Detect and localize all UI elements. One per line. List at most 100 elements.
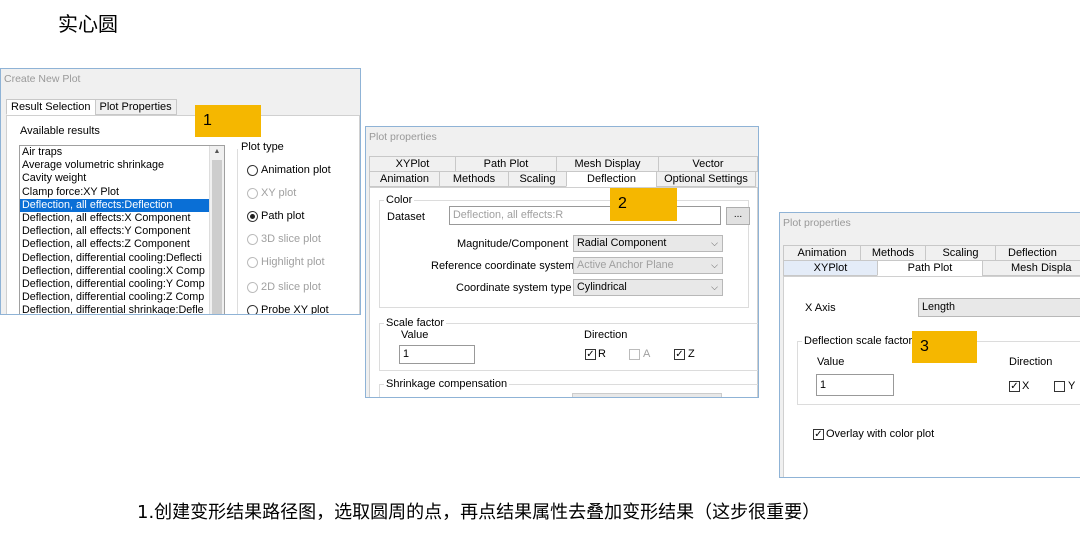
list-item[interactable]: Deflection, differential cooling:Deflect… xyxy=(20,252,209,265)
step-marker-3: 3 xyxy=(912,331,977,363)
direction-x-label: X xyxy=(1022,380,1030,392)
list-item[interactable]: Deflection, differential cooling:Z Comp xyxy=(20,291,209,304)
plot-type-radio[interactable] xyxy=(247,188,258,199)
shrinkage-compensation-label: Shrinkage compensation xyxy=(384,378,510,390)
chevron-down-icon: ⌵ xyxy=(711,260,718,270)
x-axis-select[interactable]: Length xyxy=(918,298,1080,317)
direction-label: Direction xyxy=(584,329,628,341)
plot-type-radio[interactable] xyxy=(247,165,258,176)
tab-plot-properties[interactable]: Plot Properties xyxy=(94,99,177,115)
coordinate-system-type-select[interactable]: Cylindrical ⌵ xyxy=(573,279,723,296)
tab-xyplot[interactable]: XYPlot xyxy=(783,260,878,276)
list-item[interactable]: Average volumetric shrinkage xyxy=(20,159,209,172)
magnitude-component-select[interactable]: Radial Component ⌵ xyxy=(573,235,723,252)
dataset-field[interactable]: Deflection, all effects:R xyxy=(449,206,721,225)
tab-animation[interactable]: Animation xyxy=(783,245,861,261)
direction-label: Direction xyxy=(1009,356,1053,368)
scroll-up-icon[interactable]: ▲ xyxy=(210,146,224,158)
tab-xyplot[interactable]: XYPlot xyxy=(369,156,456,172)
plot-type-radio[interactable] xyxy=(247,257,258,268)
tab-methods[interactable]: Methods xyxy=(860,245,926,261)
dialog-title: Create New Plot xyxy=(4,73,81,85)
list-item[interactable]: Deflection, differential cooling:X Comp xyxy=(20,265,209,278)
plot-type-label: 3D slice plot xyxy=(261,233,321,245)
x-axis-label: X Axis xyxy=(805,302,836,314)
plot-type-label: 2D slice plot xyxy=(261,281,321,293)
scroll-thumb[interactable] xyxy=(212,160,222,314)
plot-properties-dialog-deflection: Plot properties XYPlot Path Plot Mesh Di… xyxy=(365,126,759,398)
value-label: Value xyxy=(401,329,429,341)
dataset-label: Dataset xyxy=(387,211,425,223)
list-scrollbar[interactable]: ▲ xyxy=(209,146,224,314)
plot-type-radio[interactable] xyxy=(247,234,258,245)
tab-methods[interactable]: Methods xyxy=(439,171,509,187)
overlay-color-plot-checkbox[interactable]: ✓ xyxy=(813,429,824,440)
list-item[interactable]: Clamp force:XY Plot xyxy=(20,186,209,199)
tab-optional-settings[interactable]: Optional Settings xyxy=(656,171,756,187)
plot-type-radio[interactable] xyxy=(247,211,258,222)
plot-type-label: Animation plot xyxy=(261,164,331,176)
list-item[interactable]: Deflection, all effects:Z Component xyxy=(20,238,209,251)
direction-a-checkbox[interactable] xyxy=(629,349,640,360)
tab-result-selection[interactable]: Result Selection xyxy=(6,99,96,115)
direction-y-checkbox[interactable] xyxy=(1054,381,1065,392)
page-title: 实心圆 xyxy=(58,12,118,36)
magnitude-component-label: Magnitude/Component xyxy=(457,238,569,250)
scale-factor-label: Scale factor xyxy=(384,317,447,329)
plot-type-radio[interactable] xyxy=(247,305,258,314)
overlay-color-plot-label: Overlay with color plot xyxy=(826,428,935,440)
coordinate-system-type-label: Coordinate system type xyxy=(456,282,572,294)
tab-vector[interactable]: Vector xyxy=(658,156,758,172)
plot-type-radio[interactable] xyxy=(247,282,258,293)
direction-a-label: A xyxy=(643,348,651,360)
available-results-label: Available results xyxy=(20,125,100,137)
plot-type-label: Highlight plot xyxy=(261,256,325,268)
deflection-scale-factor-label: Deflection scale factor xyxy=(802,335,915,347)
tab-deflection[interactable]: Deflection xyxy=(995,245,1080,261)
direction-z-label: Z xyxy=(688,348,695,360)
create-new-plot-dialog: Create New Plot Result Selection Plot Pr… xyxy=(0,68,361,315)
plot-type-label: XY plot xyxy=(261,187,297,199)
reference-coordinate-select[interactable]: Active Anchor Plane ⌵ xyxy=(573,257,723,274)
direction-r-label: R xyxy=(598,348,606,360)
list-item[interactable]: Deflection, all effects:Y Component xyxy=(20,225,209,238)
color-group-label: Color xyxy=(384,194,415,206)
plot-type-label: Probe XY plot xyxy=(261,304,329,315)
list-item[interactable]: Air traps xyxy=(20,146,209,159)
step-marker-1: 1 xyxy=(195,105,261,137)
chevron-down-icon: ⌵ xyxy=(711,282,718,292)
reference-coordinate-value: Active Anchor Plane xyxy=(577,259,674,271)
coordinate-system-type-value: Cylindrical xyxy=(577,281,627,293)
result-selection-panel: Available results Air traps Average volum… xyxy=(6,115,360,315)
list-item[interactable]: Deflection, differential shrinkage:Defle xyxy=(20,304,209,314)
tab-deflection[interactable]: Deflection xyxy=(566,171,657,187)
magnitude-component-value: Radial Component xyxy=(577,237,667,249)
chevron-down-icon: ⌵ xyxy=(711,238,718,248)
scale-value-input[interactable]: 1 xyxy=(399,345,475,364)
list-item[interactable]: Deflection, all effects:Deflection xyxy=(20,198,209,212)
value-label: Value xyxy=(817,356,845,368)
tab-mesh-display[interactable]: Mesh Displa xyxy=(982,260,1080,276)
plot-type-label: Plot type xyxy=(241,141,284,153)
tab-animation[interactable]: Animation xyxy=(369,171,440,187)
plot-type-label: Path plot xyxy=(261,210,305,222)
tab-scaling[interactable]: Scaling xyxy=(508,171,567,187)
direction-z-checkbox[interactable]: ✓ xyxy=(674,349,685,360)
dataset-browse-button[interactable]: ... xyxy=(726,207,750,225)
scale-value-input[interactable]: 1 xyxy=(816,374,894,396)
list-item[interactable]: Deflection, all effects:X Component xyxy=(20,212,209,225)
list-item[interactable]: Deflection, differential cooling:Y Comp xyxy=(20,278,209,291)
dialog-title: Plot properties xyxy=(783,217,851,229)
reference-coordinate-label: Reference coordinate system xyxy=(431,260,575,272)
x-axis-value: Length xyxy=(922,301,956,313)
tab-path-plot[interactable]: Path Plot xyxy=(455,156,557,172)
tab-mesh-display[interactable]: Mesh Display xyxy=(556,156,659,172)
direction-r-checkbox[interactable]: ✓ xyxy=(585,349,596,360)
path-plot-panel: X Axis Length Deflection scale factor Va… xyxy=(783,276,1080,477)
direction-x-checkbox[interactable]: ✓ xyxy=(1009,381,1020,392)
list-item[interactable]: Cavity weight xyxy=(20,172,209,185)
available-results-list[interactable]: Air traps Average volumetric shrinkage Cav… xyxy=(19,145,225,314)
tab-scaling[interactable]: Scaling xyxy=(925,245,996,261)
dialog-title: Plot properties xyxy=(369,131,437,143)
tab-path-plot[interactable]: Path Plot xyxy=(877,260,983,276)
